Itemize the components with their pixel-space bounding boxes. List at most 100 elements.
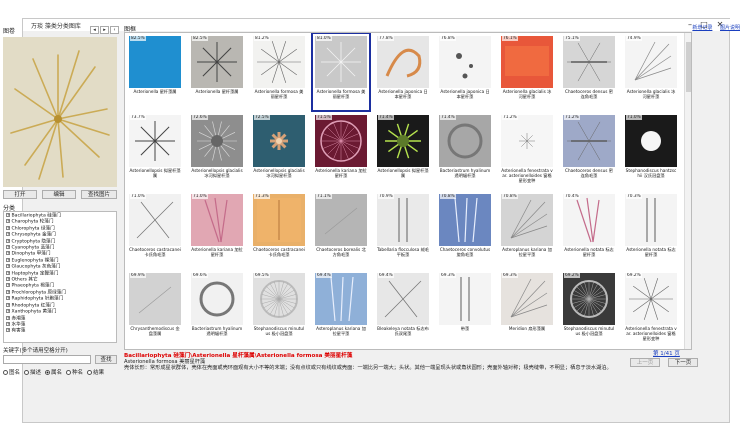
expand-icon[interactable]: + xyxy=(6,309,10,314)
thumbnail-image[interactable]: 81.2% xyxy=(253,36,305,88)
gallery-thumbnail[interactable]: 69.6% Bacteriastrum hyalinum 透明辐杆藻 xyxy=(189,271,245,347)
gallery-thumbnail[interactable]: 69.4% Asteroplanus kariana 加拉星平藻 xyxy=(313,271,369,347)
gallery-thumbnail[interactable]: 76.8% Asterionella japonica 日本星杆藻 xyxy=(437,34,493,110)
thumbnail-image[interactable]: 70.9% xyxy=(377,194,429,246)
expand-icon[interactable]: + xyxy=(6,213,10,217)
gallery-thumbnail[interactable]: 74.9% Asterionella glacialis 冰河星杆藻 xyxy=(623,34,679,110)
thumbnail-image[interactable]: 72.5% xyxy=(253,115,305,167)
gallery-thumbnail[interactable]: 81.0% Asterionella formosa 美丽星杆藻 xyxy=(311,33,371,112)
prev-arrow-icon[interactable]: ◂ xyxy=(90,26,99,34)
gallery-thumbnail[interactable]: 71.5% Asterionella kariana 加拉星杆藻 xyxy=(313,113,369,189)
radio-button-icon[interactable] xyxy=(3,369,8,375)
gallery-thumbnail[interactable]: 72.5% Asterionellopsis glacialis 冰河拟星杆藻 xyxy=(251,113,307,189)
link-image-help[interactable]: 图片说明 xyxy=(720,25,740,31)
thumbnail-image[interactable]: 71.1% xyxy=(315,194,367,246)
expand-icon[interactable]: + xyxy=(6,257,10,262)
radio-option[interactable]: 描述 xyxy=(24,368,41,376)
gallery-thumbnail[interactable]: 69.5% Stephanodiscus minutulus 极小冠盘藻 xyxy=(251,271,307,347)
thumbnail-image[interactable]: 71.0% xyxy=(129,194,181,246)
gallery-thumbnail[interactable]: 72.6% Asterionellopsis glacialis 冰河拟星杆藻 xyxy=(189,113,245,189)
gallery-thumbnail[interactable]: 70.8% Chaetoceros convolutus 旋角毛藻 xyxy=(437,192,493,268)
thumbnail-image[interactable]: 71.3% xyxy=(253,194,305,246)
thumbnail-image[interactable]: 69.5% xyxy=(253,273,305,325)
expand-icon[interactable]: + xyxy=(6,283,10,288)
thumbnail-image[interactable]: 69.2% xyxy=(625,273,677,325)
gallery-thumbnail[interactable]: 69.4% Bleakeleya notata 标志布氏双尾藻 xyxy=(375,271,431,347)
gallery-thumbnail[interactable]: 71.4% Bacteriastrum hyalinum 透明辐杆藻 xyxy=(437,113,493,189)
expand-icon[interactable]: + xyxy=(6,264,10,269)
thumbnail-image[interactable]: 71.4% xyxy=(377,115,429,167)
gallery-thumbnail[interactable]: 82.5% Asterionella 星杆藻属 xyxy=(127,34,183,110)
tree-item[interactable]: + 有害藻 xyxy=(6,328,114,334)
expand-icon[interactable]: + xyxy=(6,251,10,256)
gallery-thumbnail[interactable]: 70.9% Tabellaria flocculosa 绒毛平板藻 xyxy=(375,192,431,268)
keyword-input[interactable] xyxy=(3,355,91,364)
thumbnail-image[interactable]: 74.9% xyxy=(625,36,677,88)
open-button[interactable]: 打开 xyxy=(3,190,37,199)
next-page-button[interactable]: 下一页 xyxy=(668,358,698,367)
gallery-thumbnail[interactable]: 73.7% Asterionellopsis 拟星杆藻属 xyxy=(127,113,183,189)
expand-icon[interactable]: + xyxy=(6,232,10,237)
thumbnail-image[interactable]: 76.8% xyxy=(439,36,491,88)
page-indicator[interactable]: 第 1/41 页 xyxy=(653,349,680,357)
gallery-thumbnail[interactable]: 71.1% Chaetoceros borealis 北方角毛藻 xyxy=(313,192,369,268)
thumbnail-image[interactable]: 70.4% xyxy=(563,194,615,246)
gallery-thumbnail[interactable]: 69.2% Asterionella fenestrata var. asteri… xyxy=(623,271,679,347)
gallery-thumbnail[interactable]: 71.2% Asterionella fenestrata var. asteri… xyxy=(499,113,555,189)
thumbnail-image[interactable]: 76.1% xyxy=(501,36,553,88)
gallery-thumbnail[interactable]: 71.4% Asterionellopsis 拟星杆藻属 xyxy=(375,113,431,189)
radio-button-icon[interactable] xyxy=(24,369,30,375)
expand-icon[interactable]: + xyxy=(6,315,10,320)
gallery-thumbnail[interactable]: 69.3% 带藻 xyxy=(437,271,493,347)
expand-icon[interactable]: + xyxy=(6,270,10,275)
scrollbar-thumb[interactable] xyxy=(686,42,691,92)
gallery-thumbnail[interactable]: 71.2% Chaetoceros densus 密连角毛藻 xyxy=(561,113,617,189)
gallery-thumbnail[interactable]: 70.8% Asteroplanus kariana 加拉星平藻 xyxy=(499,192,555,268)
radio-button-icon[interactable] xyxy=(66,369,72,375)
gallery-thumbnail[interactable]: 82.5% Asterionella 星杆藻属 xyxy=(189,34,245,110)
thumbnail-image[interactable]: 82.5% xyxy=(191,36,243,88)
expand-icon[interactable]: + xyxy=(6,296,10,301)
edit-button[interactable]: 编辑 xyxy=(42,190,76,199)
radio-option[interactable]: 种名 xyxy=(66,368,83,376)
expand-icon[interactable]: + xyxy=(6,289,10,294)
gallery-thumbnail[interactable]: 71.0% Chaetoceros castracanei 卡氏角毛藻 xyxy=(127,192,183,268)
gallery-thumbnail[interactable]: 81.2% Asterionella formosa 美丽星杆藻 xyxy=(251,34,307,110)
gallery-thumbnail[interactable]: 71.3% Chaetoceros castracanei 卡氏角毛藻 xyxy=(251,192,307,268)
gallery-scrollbar[interactable] xyxy=(684,33,691,349)
expand-icon[interactable]: + xyxy=(6,225,10,230)
gallery-thumbnail[interactable]: 75.1% Chaetoceros densus 密连角毛藻 xyxy=(561,34,617,110)
gallery-thumbnail[interactable]: 71.0% Stephanodiscus hantzschii 汉氏冠盘藻 xyxy=(623,113,679,189)
thumbnail-image[interactable]: 69.3% xyxy=(501,273,553,325)
radio-button-icon[interactable] xyxy=(87,369,93,375)
thumbnail-image[interactable]: 71.2% xyxy=(563,115,615,167)
thumbnail-image[interactable]: 81.0% xyxy=(315,36,367,88)
gallery-thumbnail[interactable]: 76.1% Asterionella glacialis 冰河星杆藻 xyxy=(499,34,555,110)
expand-icon[interactable]: + xyxy=(6,219,10,224)
gallery-thumbnail[interactable]: 71.0% Asterionella kariana 加拉星杆藻 xyxy=(189,192,245,268)
gallery-thumbnail[interactable]: 70.4% Asterionella notata 标志星杆藻 xyxy=(561,192,617,268)
thumbnail-image[interactable]: 69.4% xyxy=(377,273,429,325)
thumbnail-image[interactable]: 75.1% xyxy=(563,36,615,88)
expand-icon[interactable]: + xyxy=(6,302,10,307)
thumbnail-image[interactable]: 69.6% xyxy=(191,273,243,325)
next-arrow-icon[interactable]: ▸ xyxy=(100,26,109,34)
thumbnail-image[interactable]: 71.0% xyxy=(625,115,677,167)
prev-page-button[interactable]: 上一页 xyxy=(630,358,660,367)
radio-option[interactable]: 属名 xyxy=(45,368,62,376)
thumbnail-image[interactable]: 69.4% xyxy=(315,273,367,325)
find-image-button[interactable]: 查找图片 xyxy=(81,190,117,199)
thumbnail-image[interactable]: 70.8% xyxy=(501,194,553,246)
radio-option[interactable]: 图名 xyxy=(3,368,20,376)
expand-icon[interactable]: + xyxy=(6,238,10,243)
gallery-thumbnail[interactable]: 69.9% Chrysanthemodiscus 金盘藻属 xyxy=(127,271,183,347)
gallery-thumbnail[interactable]: 69.2% Stephanodiscus minutulus 极小冠盘藻 xyxy=(561,271,617,347)
expand-icon[interactable]: + xyxy=(6,277,10,282)
link-add-record[interactable]: 新增记录 xyxy=(692,25,712,31)
thumbnail-image[interactable]: 71.4% xyxy=(439,115,491,167)
expand-icon[interactable]: + xyxy=(6,321,10,326)
thumbnail-image[interactable]: 71.2% xyxy=(501,115,553,167)
thumbnail-image[interactable]: 69.3% xyxy=(439,273,491,325)
thumbnail-image[interactable]: 73.7% xyxy=(129,115,181,167)
thumbnail-image[interactable]: 71.5% xyxy=(315,115,367,167)
